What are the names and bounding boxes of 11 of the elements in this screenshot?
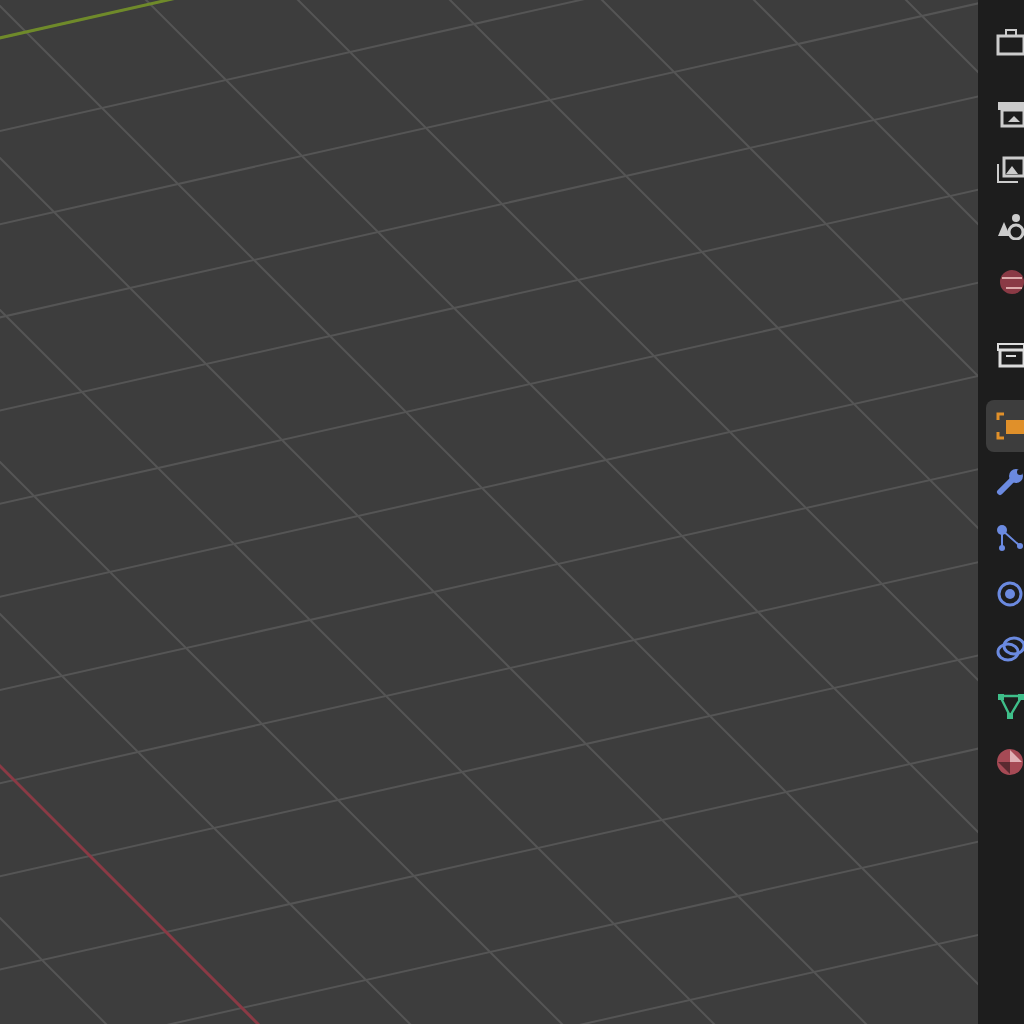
- square-icon: [996, 412, 1024, 440]
- orbit-icon: [996, 580, 1024, 608]
- box-icon: [996, 340, 1024, 368]
- sphere-icon: [996, 748, 1024, 776]
- nodes-icon: [996, 524, 1024, 552]
- triangle-mesh-icon: [996, 692, 1024, 720]
- globe-icon: [996, 268, 1024, 296]
- toolbox-icon: [996, 28, 1024, 56]
- chain-link-icon: [996, 636, 1024, 664]
- image-stack-icon: [996, 156, 1024, 184]
- printer-icon: [996, 100, 1024, 128]
